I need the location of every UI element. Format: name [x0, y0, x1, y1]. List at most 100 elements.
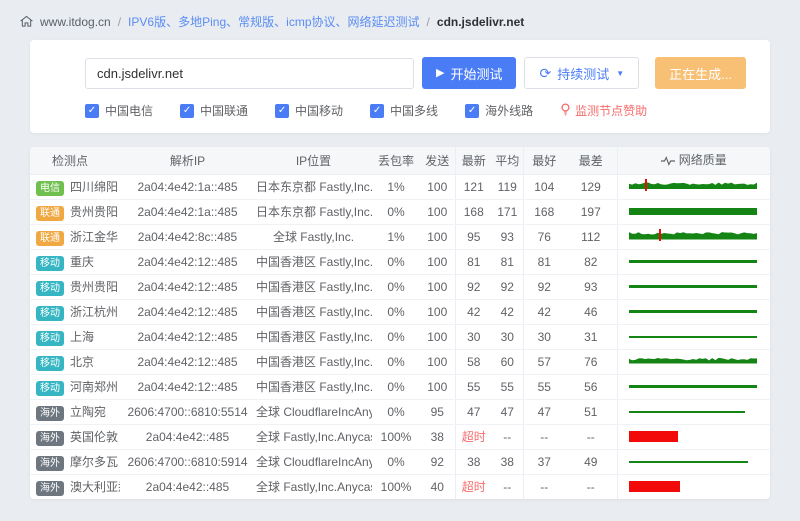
- filter-label: 中国电信: [105, 102, 153, 119]
- carrier-badge: 移动: [36, 306, 64, 321]
- cell-quality: [617, 349, 770, 374]
- cell-quality: [617, 299, 770, 324]
- cell-resolved-ip: 2a04:4e42:1a::485: [120, 174, 255, 199]
- carrier-badge: 移动: [36, 281, 64, 296]
- breadcrumb-link-0[interactable]: IPV6版: [128, 13, 166, 30]
- start-test-label: 开始测试: [450, 64, 502, 83]
- header-worst: 最差: [565, 147, 617, 174]
- cell-ip-location: 全球 Fastly,Inc.Anycast网段: [255, 424, 372, 449]
- checkbox-icon: ✓: [370, 104, 384, 118]
- filter-label: 中国移动: [295, 102, 343, 119]
- continuous-test-label: 持续测试: [557, 64, 609, 83]
- filter-checkbox-3[interactable]: ✓ 中国多线: [370, 102, 438, 119]
- quality-sparkline: [629, 354, 761, 370]
- cell-loss-rate: 0%: [372, 199, 420, 224]
- breadcrumb-link-3[interactable]: icmp协议: [286, 13, 335, 30]
- host-input[interactable]: [85, 58, 414, 89]
- filter-label: 中国联通: [200, 102, 248, 119]
- home-icon: [20, 15, 33, 28]
- cell-loss-rate: 0%: [372, 249, 420, 274]
- continuous-test-button[interactable]: ⟳ 持续测试 ▼: [524, 57, 639, 89]
- cell-latest: 30: [455, 324, 492, 349]
- node-name: 澳大利亚悉尼: [70, 480, 120, 494]
- node-name: 浙江杭州: [70, 305, 118, 319]
- breadcrumb: www.itdog.cn / IPV6版、多地Ping、常规版、icmp协议、网…: [0, 0, 800, 40]
- filter-checkbox-1[interactable]: ✓中国联通: [180, 102, 248, 119]
- cell-loss-rate: 0%: [372, 349, 420, 374]
- quality-sparkline: [629, 429, 761, 445]
- header-latest: 最新: [455, 147, 492, 174]
- cell-resolved-ip: 2a04:4e42:12::485: [120, 324, 255, 349]
- header-checkpoint: 检测点: [30, 147, 120, 174]
- cell-latest: 92: [455, 274, 492, 299]
- sponsor-link[interactable]: 监测节点赞助: [560, 102, 647, 119]
- cell-resolved-ip: 2a04:4e42:12::485: [120, 349, 255, 374]
- cell-quality: [617, 449, 770, 474]
- table-row: 移动上海 2a04:4e42:12::485 中国香港区 Fastly,Inc.…: [30, 324, 770, 349]
- header-ip-location: IP位置: [255, 147, 372, 174]
- cell-quality: [617, 224, 770, 249]
- breadcrumb-separator: /: [118, 15, 121, 29]
- breadcrumb-link-1[interactable]: 多地Ping: [178, 13, 226, 30]
- cell-average: 30: [492, 324, 523, 349]
- filter-checkbox-2[interactable]: ✓中国移动: [275, 102, 343, 119]
- quality-sparkline: [629, 479, 761, 495]
- quality-sparkline: [629, 229, 761, 245]
- filter-checkbox-4[interactable]: ✓海外线路: [465, 102, 533, 119]
- quality-sparkline: [629, 304, 761, 320]
- cell-worst: 49: [565, 449, 617, 474]
- breadcrumb-link-2[interactable]: 常规版: [238, 13, 274, 30]
- cell-loss-rate: 100%: [372, 474, 420, 499]
- breadcrumb-current: cdn.jsdelivr.net: [437, 15, 524, 29]
- cell-sent: 95: [420, 399, 455, 424]
- cell-checkpoint: 移动河南郑州: [30, 374, 120, 399]
- cell-loss-rate: 0%: [372, 324, 420, 349]
- cell-sent: 38: [420, 424, 455, 449]
- cell-ip-location: 中国香港区 Fastly,Inc.: [255, 374, 372, 399]
- cell-worst: 76: [565, 349, 617, 374]
- toolbar-row: ▶ 开始测试 ⟳ 持续测试 ▼ 正在生成...: [85, 57, 746, 89]
- filter-label: 中国多线: [390, 102, 438, 119]
- cell-average: 119: [492, 174, 523, 199]
- cell-best: 55: [523, 374, 565, 399]
- breadcrumb-links: IPV6版、多地Ping、常规版、icmp协议、网络延迟测试: [128, 13, 420, 30]
- quality-sparkline: [629, 204, 761, 220]
- cell-checkpoint: 电信四川绵阳: [30, 174, 120, 199]
- latency-spike: [645, 179, 647, 191]
- node-name: 四川绵阳: [70, 180, 118, 194]
- cell-resolved-ip: 2a04:4e42:12::485: [120, 299, 255, 324]
- table-row: 电信四川绵阳 2a04:4e42:1a::485 日本东京都 Fastly,In…: [30, 174, 770, 199]
- cell-quality: [617, 324, 770, 349]
- cell-latest: 95: [455, 224, 492, 249]
- cell-quality: [617, 374, 770, 399]
- cell-quality: [617, 274, 770, 299]
- caret-down-icon: ▼: [616, 69, 624, 78]
- cell-sent: 100: [420, 249, 455, 274]
- cell-average: 38: [492, 449, 523, 474]
- header-average: 平均: [492, 147, 523, 174]
- breadcrumb-link-4[interactable]: 网络延迟测试: [348, 13, 420, 30]
- cell-checkpoint: 移动重庆: [30, 249, 120, 274]
- cell-worst: 82: [565, 249, 617, 274]
- cell-checkpoint: 海外摩尔多瓦: [30, 449, 120, 474]
- filter-checkbox-0[interactable]: ✓中国电信: [85, 102, 153, 119]
- cell-sent: 100: [420, 174, 455, 199]
- start-test-button[interactable]: ▶ 开始测试: [422, 57, 516, 89]
- cell-loss-rate: 0%: [372, 274, 420, 299]
- cell-checkpoint: 移动贵州贵阳: [30, 274, 120, 299]
- table-row: 海外摩尔多瓦 2606:4700::6810:5914 全球 Cloudflar…: [30, 449, 770, 474]
- cell-best: 104: [523, 174, 565, 199]
- quality-sparkline: [629, 454, 761, 470]
- cell-average: 47: [492, 399, 523, 424]
- node-name: 贵州贵阳: [70, 205, 118, 219]
- generating-button[interactable]: 正在生成...: [655, 57, 746, 89]
- header-sent: 发送: [420, 147, 455, 174]
- breadcrumb-site[interactable]: www.itdog.cn: [40, 15, 111, 29]
- cell-latest: 47: [455, 399, 492, 424]
- cell-best: 30: [523, 324, 565, 349]
- cell-latest: 55: [455, 374, 492, 399]
- cell-average: 81: [492, 249, 523, 274]
- cell-sent: 100: [420, 224, 455, 249]
- cell-best: 37: [523, 449, 565, 474]
- cell-checkpoint: 海外英国伦敦: [30, 424, 120, 449]
